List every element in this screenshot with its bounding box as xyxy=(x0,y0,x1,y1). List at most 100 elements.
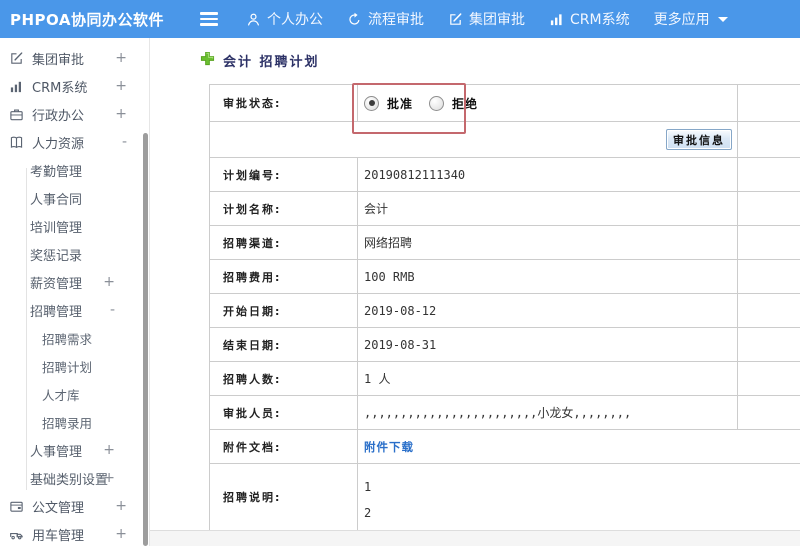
row-label: 审批状态: xyxy=(210,85,358,121)
expand-plus-icon[interactable]: + xyxy=(115,106,127,122)
edit-icon xyxy=(448,12,463,27)
radio-reject-label: 拒绝 xyxy=(452,96,479,111)
sidebar-item-admin-office[interactable]: 行政办公 + xyxy=(0,100,149,128)
nav-label: 更多应用 xyxy=(653,12,710,28)
top-navbar: PHPOA协同办公软件 个人办公 流程审批 集团审批 CRM系统 更多应用 xyxy=(0,0,800,38)
sidebar-item-salary[interactable]: 薪资管理 + xyxy=(0,268,149,296)
form-row-approvers: 审批人员: ,,,,,,,,,,,,,,,,,,,,,,,,小龙女,,,,,,,… xyxy=(210,396,800,430)
form-row-headcount: 招聘人数: 1 人 xyxy=(210,362,800,396)
status-radio-group: 批准 拒绝 xyxy=(364,95,486,112)
top-nav: 个人办公 流程审批 集团审批 CRM系统 更多应用 xyxy=(246,9,728,29)
nav-process-approval[interactable]: 流程审批 xyxy=(347,9,424,29)
attachment-download-link[interactable]: 附件下载 xyxy=(364,439,414,455)
description-line: 2 xyxy=(364,506,372,520)
row-value: 网络招聘 xyxy=(358,226,738,259)
sidebar-item-recruit-plan[interactable]: 招聘计划 xyxy=(0,352,149,380)
sidebar-item-recruit-hire[interactable]: 招聘录用 xyxy=(0,408,149,436)
sidebar-item-documents[interactable]: 公文管理 + xyxy=(0,492,149,520)
row-label: 附件文档: xyxy=(210,430,358,463)
row-label: 计划名称: xyxy=(210,192,358,225)
sidebar-item-vehicle[interactable]: 用车管理 + xyxy=(0,520,149,546)
page-title: 会计 招聘计划 xyxy=(200,51,320,70)
form-row-end-date: 结束日期: 2019-08-31 xyxy=(210,328,800,362)
folder-icon xyxy=(9,499,26,514)
process-icon xyxy=(347,12,362,27)
expand-plus-icon[interactable]: + xyxy=(103,274,115,290)
form-row-cost: 招聘费用: 100 RMB xyxy=(210,260,800,294)
chart-icon xyxy=(549,12,564,27)
sidebar-item-hr[interactable]: 人力资源 - xyxy=(0,128,149,156)
approve-info-button[interactable]: 审批信息 xyxy=(666,129,732,150)
sidebar: 集团审批 + CRM系统 + 行政办公 + 人力资源 - 考勤管理 人事合同 培… xyxy=(0,38,150,546)
briefcase-icon xyxy=(9,107,26,122)
nav-label: 个人办公 xyxy=(267,12,323,28)
form-row-plan-number: 计划编号: 20190812111340 xyxy=(210,158,800,192)
row-label: 结束日期: xyxy=(210,328,358,361)
row-value: 2019-08-31 xyxy=(358,328,738,361)
row-label: 招聘渠道: xyxy=(210,226,358,259)
expand-plus-icon[interactable]: + xyxy=(115,526,127,542)
row-value: 1 人 xyxy=(358,362,738,395)
description-line: 1 xyxy=(364,480,372,494)
row-value: 20190812111340 xyxy=(358,158,738,191)
row-value: 2019-08-12 xyxy=(358,294,738,327)
row-value: ,,,,,,,,,,,,,,,,,,,,,,,,小龙女,,,,,,,, xyxy=(358,396,738,429)
form-row-channel: 招聘渠道: 网络招聘 xyxy=(210,226,800,260)
nav-label: 集团审批 xyxy=(469,12,525,28)
app-logo: PHPOA协同办公软件 xyxy=(10,10,164,29)
sidebar-item-base-category[interactable]: 基础类别设置 + xyxy=(0,464,149,492)
sidebar-item-group-approval[interactable]: 集团审批 + xyxy=(0,44,149,72)
hamburger-menu-icon[interactable] xyxy=(200,9,220,29)
form-row-attachment: 附件文档: 附件下载 xyxy=(210,430,800,464)
recruit-plan-form: 审批状态: 批准 拒绝 审批信息 计划编号: 20190812111340 计划… xyxy=(209,84,800,531)
sidebar-item-recruit-demand[interactable]: 招聘需求 xyxy=(0,324,149,352)
expand-plus-icon[interactable]: + xyxy=(115,78,127,94)
radio-reject[interactable] xyxy=(429,95,445,111)
expand-plus-icon[interactable]: + xyxy=(103,470,115,486)
row-label: 开始日期: xyxy=(210,294,358,327)
sidebar-scrollbar[interactable] xyxy=(143,133,148,546)
nav-personal-office[interactable]: 个人办公 xyxy=(246,9,323,29)
sidebar-item-personnel[interactable]: 人事管理 + xyxy=(0,436,149,464)
sidebar-item-crm[interactable]: CRM系统 + xyxy=(0,72,149,100)
add-plus-icon xyxy=(200,51,215,70)
row-label: 招聘费用: xyxy=(210,260,358,293)
row-label: 计划编号: xyxy=(210,158,358,191)
row-label: 审批人员: xyxy=(210,396,358,429)
nav-crm-system[interactable]: CRM系统 xyxy=(549,9,630,29)
sidebar-item-training[interactable]: 培训管理 xyxy=(0,212,149,240)
book-icon xyxy=(9,135,26,150)
nav-group-approval[interactable]: 集团审批 xyxy=(448,9,525,29)
form-row-start-date: 开始日期: 2019-08-12 xyxy=(210,294,800,328)
expand-plus-icon[interactable]: + xyxy=(115,50,127,66)
main-content: 会计 招聘计划 审批状态: 批准 拒绝 审批信息 计划编号: 201908121… xyxy=(150,38,800,546)
caret-down-icon xyxy=(717,16,728,22)
sidebar-item-recruitment[interactable]: 招聘管理 - xyxy=(0,296,149,324)
sidebar-item-hr-contract[interactable]: 人事合同 xyxy=(0,184,149,212)
collapse-minus-icon[interactable]: - xyxy=(122,134,127,150)
nav-label: CRM系统 xyxy=(570,12,630,28)
edit-icon xyxy=(9,51,26,66)
sidebar-item-attendance[interactable]: 考勤管理 xyxy=(0,156,149,184)
form-row-button: 审批信息 xyxy=(210,122,800,158)
expand-plus-icon[interactable]: + xyxy=(115,498,127,514)
radio-approve[interactable] xyxy=(364,95,379,111)
row-label: 招聘人数: xyxy=(210,362,358,395)
form-row-plan-name: 计划名称: 会计 xyxy=(210,192,800,226)
bottom-strip xyxy=(150,530,800,546)
expand-plus-icon[interactable]: + xyxy=(103,442,115,458)
nav-label: 流程审批 xyxy=(368,12,424,28)
radio-approve-label: 批准 xyxy=(387,96,414,111)
sidebar-item-talent-pool[interactable]: 人才库 xyxy=(0,380,149,408)
nav-more-apps[interactable]: 更多应用 xyxy=(654,9,728,29)
chart-icon xyxy=(9,79,26,94)
app-window: PHPOA协同办公软件 个人办公 流程审批 集团审批 CRM系统 更多应用 集团… xyxy=(0,0,800,546)
form-row-description: 招聘说明: 1 2 xyxy=(210,464,800,531)
page-title-text: 会计 招聘计划 xyxy=(223,55,320,70)
row-value: 会计 xyxy=(358,192,738,225)
car-icon xyxy=(9,527,26,542)
row-value: 100 RMB xyxy=(358,260,738,293)
collapse-minus-icon[interactable]: - xyxy=(110,302,115,318)
sidebar-item-rewards[interactable]: 奖惩记录 xyxy=(0,240,149,268)
user-icon xyxy=(246,12,261,27)
